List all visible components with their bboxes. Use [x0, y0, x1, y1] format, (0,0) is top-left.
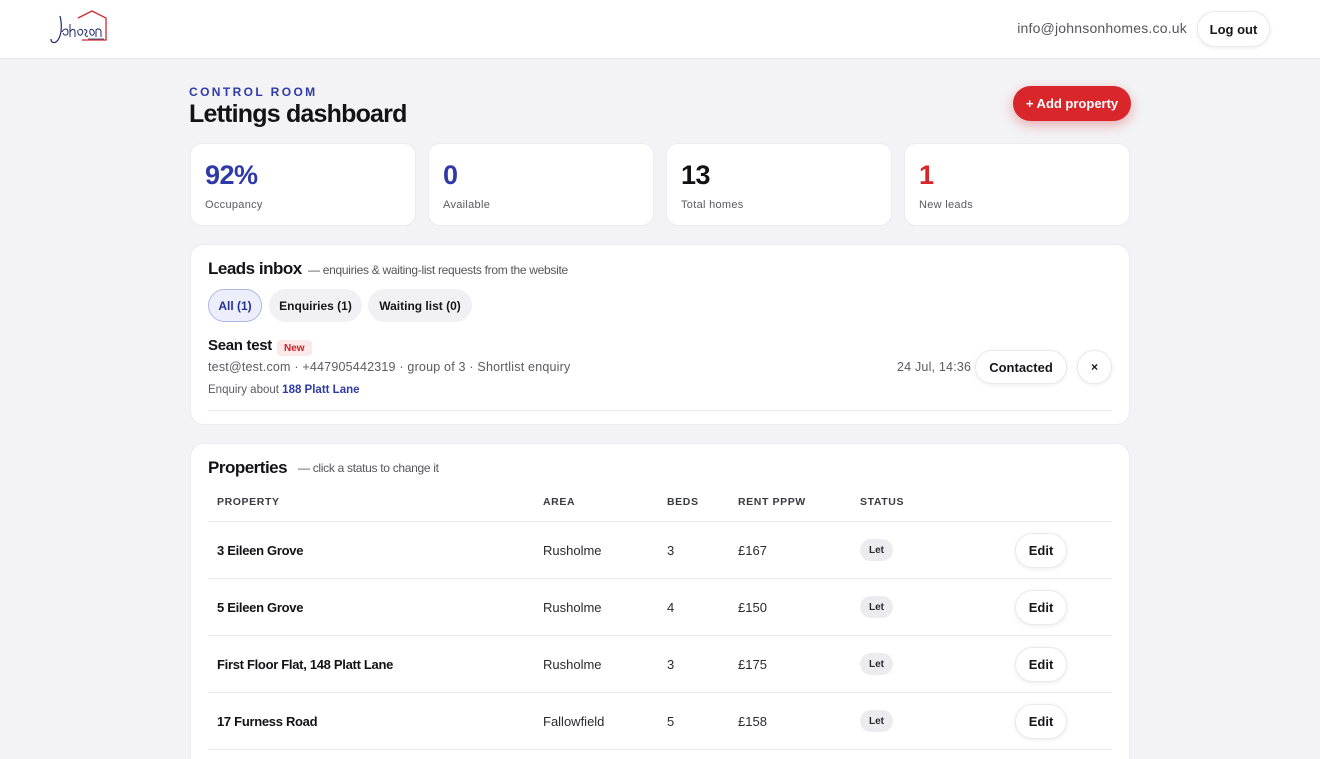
edit-button[interactable]: Edit — [1015, 590, 1067, 625]
stat-card-new-leads: 1 New leads — [904, 143, 1130, 226]
leads-inbox-card: Leads inbox — enquiries & waiting-list r… — [190, 244, 1130, 425]
stat-value: 13 — [681, 160, 711, 190]
property-name: 3 Eileen Grove — [217, 543, 304, 558]
enquiry-property-link[interactable]: 188 Platt Lane — [282, 384, 359, 396]
enquiry-about-prefix: Enquiry about — [208, 384, 279, 396]
property-area: Rusholme — [543, 657, 602, 672]
edit-button[interactable]: Edit — [1015, 704, 1067, 739]
dismiss-lead-button[interactable]: × — [1077, 350, 1112, 384]
property-name: 5 Eileen Grove — [217, 600, 304, 615]
account-email: info@johnsonhomes.co.uk — [1017, 20, 1187, 36]
mark-contacted-button[interactable]: Contacted — [975, 350, 1067, 384]
tab-waiting-list[interactable]: Waiting list (0) — [368, 289, 472, 322]
lead-timestamp: 24 Jul, 14:36 — [897, 360, 972, 374]
stat-value: 92% — [205, 160, 258, 190]
johnson-homes-logo[interactable] — [48, 10, 110, 48]
column-header-rent: RENT PPPW — [738, 496, 806, 508]
tab-enquiries[interactable]: Enquiries (1) — [269, 289, 362, 322]
stat-card-available: 0 Available — [428, 143, 654, 226]
property-rent: £158 — [738, 714, 767, 729]
lead-contact-details: test@test.com · +447905442319 · group of… — [208, 360, 571, 374]
status-badge[interactable]: Let — [860, 653, 893, 675]
table-row: 5 Eileen Grove Rusholme 4 £150 Let Edit — [208, 579, 1112, 636]
property-beds: 3 — [667, 543, 675, 558]
section-eyebrow: CONTROL ROOM — [189, 85, 318, 99]
properties-title: Properties — [208, 458, 288, 477]
property-name: 17 Furness Road — [217, 714, 318, 729]
edit-button[interactable]: Edit — [1015, 533, 1067, 568]
lead-enquiry-about: Enquiry about 188 Platt Lane — [208, 384, 360, 396]
status-badge[interactable]: Let — [860, 539, 893, 561]
status-badge[interactable]: Let — [860, 596, 893, 618]
top-bar: info@johnsonhomes.co.uk Log out — [0, 0, 1320, 59]
property-rent: £150 — [738, 600, 767, 615]
page-title: Lettings dashboard — [189, 100, 407, 128]
stat-value: 1 — [919, 160, 934, 190]
leads-inbox-title: Leads inbox — [208, 259, 302, 278]
new-badge: New — [277, 340, 312, 356]
tab-all[interactable]: All (1) — [208, 289, 262, 322]
property-name: First Floor Flat, 148 Platt Lane — [217, 657, 394, 672]
table-row: 17 Furness Road Fallowfield 5 £158 Let E… — [208, 693, 1112, 750]
logout-button[interactable]: Log out — [1197, 11, 1270, 47]
column-header-property: PROPERTY — [217, 496, 280, 508]
column-header-area: AREA — [543, 496, 576, 508]
property-area: Fallowfield — [543, 714, 605, 729]
stat-label: Occupancy — [205, 199, 263, 211]
add-property-button[interactable]: + Add property — [1013, 86, 1131, 121]
property-area: Rusholme — [543, 600, 602, 615]
stat-value: 0 — [443, 160, 458, 190]
leads-inbox-subtitle: — enquiries & waiting-list requests from… — [308, 263, 568, 277]
stat-label: Total homes — [681, 199, 744, 211]
table-row: First Floor Flat, 148 Platt Lane Rusholm… — [208, 636, 1112, 693]
status-badge[interactable]: Let — [860, 710, 893, 732]
lead-name: Sean test — [208, 337, 272, 354]
properties-subtitle: — click a status to change it — [298, 461, 439, 475]
property-area: Rusholme — [543, 543, 602, 558]
divider — [208, 410, 1112, 411]
stat-card-occupancy: 92% Occupancy — [190, 143, 416, 226]
column-header-status: STATUS — [860, 496, 905, 508]
property-beds: 4 — [667, 600, 675, 615]
stat-card-total-homes: 13 Total homes — [666, 143, 892, 226]
column-header-beds: BEDS — [667, 496, 699, 508]
table-row: 3 Eileen Grove Rusholme 3 £167 Let Edit — [208, 522, 1112, 579]
stat-label: New leads — [919, 199, 974, 211]
property-beds: 3 — [667, 657, 675, 672]
edit-button[interactable]: Edit — [1015, 647, 1067, 682]
property-rent: £175 — [738, 657, 767, 672]
property-rent: £167 — [738, 543, 767, 558]
property-beds: 5 — [667, 714, 675, 729]
properties-card: Properties — click a status to change it… — [190, 443, 1130, 759]
stat-label: Available — [443, 199, 491, 211]
